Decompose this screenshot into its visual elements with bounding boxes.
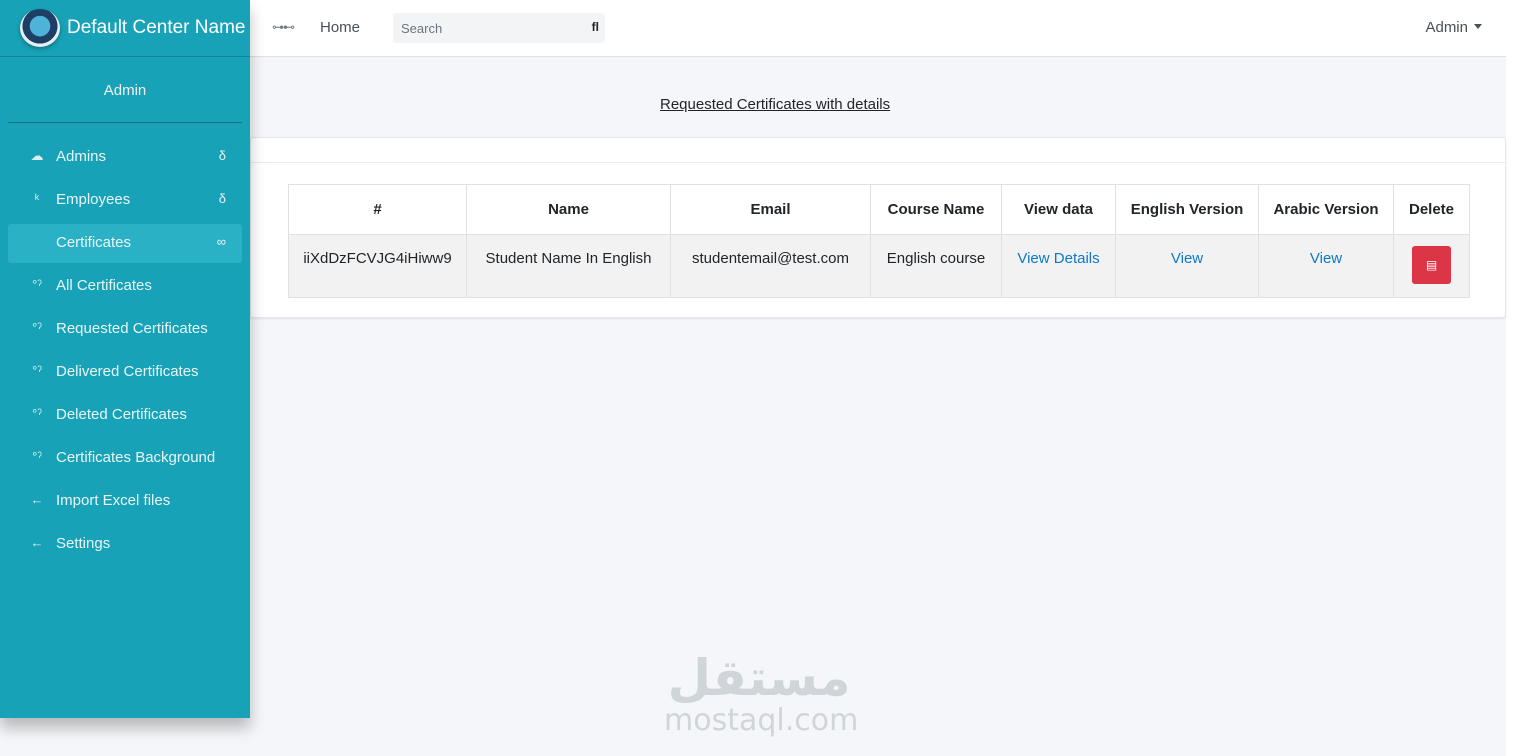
- circle-icon: °ˀ: [32, 320, 42, 335]
- search-icon[interactable]: ﬂ: [592, 20, 599, 34]
- circle-icon: °ˀ: [32, 277, 42, 292]
- sidebar-item-label: Delivered Certificates: [56, 363, 199, 380]
- cell-arabic: View: [1258, 234, 1394, 298]
- watermark: مستقل mostaql.com: [664, 649, 859, 738]
- arrow-left-icon: ←: [30, 535, 44, 550]
- trash-icon: ▤: [1425, 258, 1438, 272]
- user-dropdown[interactable]: Admin: [1425, 19, 1482, 36]
- sidebar-item-label: Certificates Background: [56, 449, 216, 466]
- sidebar-item-label: Requested Certificates: [56, 320, 208, 337]
- cell-course: English course: [870, 234, 1002, 298]
- sidebar-item-import-excel[interactable]: ← Import Excel files: [8, 482, 242, 521]
- search-input[interactable]: [393, 13, 575, 43]
- expand-icon: δ: [218, 148, 226, 163]
- sidebar-item-certificates-background[interactable]: °ˀ Certificates Background: [8, 439, 242, 478]
- sidebar-menu: ☁ Admins δ ᵏ Employees δ Certificates ∞ …: [0, 138, 250, 564]
- arrow-left-icon: ←: [30, 492, 44, 507]
- home-link[interactable]: Home: [320, 19, 360, 36]
- delete-button[interactable]: ▤: [1412, 246, 1451, 284]
- column-header-name: Name: [466, 184, 671, 235]
- cell-email: studentemail@test.com: [670, 234, 871, 298]
- circle-icon: °ˀ: [32, 449, 42, 464]
- column-header-course: Course Name: [870, 184, 1002, 235]
- employee-icon: ᵏ: [34, 191, 40, 206]
- sidebar: Default Center Name Admin ☁ Admins δ ᵏ E…: [0, 0, 250, 718]
- sliders-icon[interactable]: ⊶⊷: [272, 20, 295, 34]
- sidebar-item-certificates[interactable]: Certificates ∞: [8, 224, 242, 263]
- sidebar-item-label: Admins: [56, 148, 107, 165]
- column-header-view-data: View data: [1001, 184, 1116, 235]
- view-english-link[interactable]: View: [1171, 250, 1203, 267]
- certificates-table: # Name Email Course Name View data Engli…: [288, 184, 1470, 298]
- view-details-link[interactable]: View Details: [1017, 250, 1099, 267]
- certificates-card: # Name Email Course Name View data Engli…: [250, 137, 1506, 318]
- table-row: iiXdDzFCVJG4iHiww9 Student Name In Engli…: [288, 234, 1470, 298]
- cell-english: View: [1115, 234, 1259, 298]
- table-header-row: # Name Email Course Name View data Engli…: [288, 184, 1470, 235]
- sidebar-item-label: Import Excel files: [56, 492, 171, 509]
- cell-name: Student Name In English: [466, 234, 671, 298]
- circle-icon: °ˀ: [32, 363, 42, 378]
- sidebar-user-name[interactable]: Admin: [104, 82, 147, 99]
- page-edge: [1506, 0, 1514, 756]
- sidebar-item-admins[interactable]: ☁ Admins δ: [8, 138, 242, 177]
- user-panel[interactable]: Admin: [8, 57, 242, 123]
- cell-view-data: View Details: [1001, 234, 1116, 298]
- sidebar-item-deleted-certificates[interactable]: °ˀ Deleted Certificates: [8, 396, 242, 435]
- top-navbar: ⊶⊷ Home ﬂ Admin: [250, 0, 1506, 57]
- caret-down-icon: [1474, 23, 1482, 29]
- watermark-latin: mostaql.com: [664, 703, 859, 738]
- sidebar-item-label: Certificates: [56, 234, 132, 251]
- page-title: Requested Certificates with details: [660, 96, 891, 113]
- brand[interactable]: Default Center Name: [0, 0, 250, 57]
- sidebar-item-employees[interactable]: ᵏ Employees δ: [8, 181, 242, 220]
- cell-delete: ▤: [1393, 234, 1470, 298]
- brand-logo: [20, 9, 60, 47]
- expand-icon: δ: [218, 191, 226, 206]
- sidebar-item-label: All Certificates: [56, 277, 152, 294]
- circle-icon: °ˀ: [32, 406, 42, 421]
- collapse-icon: ∞: [216, 234, 226, 249]
- user-name: Admin: [1425, 19, 1468, 36]
- sidebar-item-delivered-certificates[interactable]: °ˀ Delivered Certificates: [8, 353, 242, 392]
- users-icon: ☁: [30, 148, 44, 163]
- column-header-email: Email: [670, 184, 871, 235]
- watermark-arabic: مستقل: [667, 649, 851, 707]
- brand-name: Default Center Name: [67, 17, 246, 38]
- search-box: ﬂ: [393, 13, 605, 43]
- sidebar-item-requested-certificates[interactable]: °ˀ Requested Certificates: [8, 310, 242, 349]
- column-header-id: #: [288, 184, 467, 235]
- column-header-arabic: Arabic Version: [1258, 184, 1394, 235]
- sidebar-item-label: Deleted Certificates: [56, 406, 187, 423]
- sidebar-item-all-certificates[interactable]: °ˀ All Certificates: [8, 267, 242, 306]
- card-header: [251, 138, 1505, 163]
- sidebar-item-label: Settings: [56, 535, 111, 552]
- view-arabic-link[interactable]: View: [1310, 250, 1342, 267]
- sidebar-item-label: Employees: [56, 191, 131, 208]
- column-header-delete: Delete: [1393, 184, 1470, 235]
- sidebar-item-settings[interactable]: ← Settings: [8, 525, 242, 564]
- column-header-english: English Version: [1115, 184, 1259, 235]
- cell-id: iiXdDzFCVJG4iHiww9: [288, 234, 467, 298]
